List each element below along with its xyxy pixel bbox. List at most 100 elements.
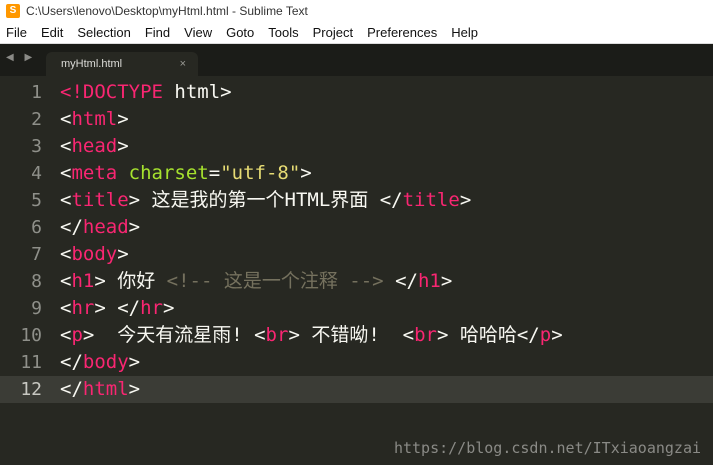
code-token-tag: body (71, 243, 118, 265)
code-line[interactable]: 12 </html> (0, 376, 713, 403)
line-number: 4 (31, 163, 42, 184)
tab-myhtml[interactable]: myHtml.html × (46, 52, 198, 76)
code-text: <html> (60, 106, 129, 133)
code-text: <head> (60, 133, 129, 160)
code-token-txt: < (60, 108, 72, 130)
code-token-txt: < (60, 135, 72, 157)
menu-find[interactable]: Find (138, 22, 177, 43)
code-text: <!DOCTYPE html> (60, 79, 232, 106)
menu-view[interactable]: View (177, 22, 219, 43)
code-token-tag: meta (71, 162, 118, 184)
menu-file[interactable]: File (0, 22, 34, 43)
menu-selection[interactable]: Selection (70, 22, 137, 43)
line-number: 11 (20, 352, 42, 373)
code-line[interactable]: 10 <p> 今天有流星雨! <br> 不错呦! <br> 哈哈哈</p> (0, 322, 713, 349)
line-number: 7 (31, 244, 42, 265)
code-token-tag: title (71, 189, 129, 211)
line-number: 9 (31, 298, 42, 319)
code-token-str: "utf-8" (220, 162, 301, 184)
code-token-tag: br (265, 324, 289, 346)
code-line[interactable]: 6 </head> (0, 214, 713, 241)
code-line[interactable]: 11 </body> (0, 349, 713, 376)
code-token-txt: > (440, 270, 453, 292)
line-number: 6 (31, 217, 42, 238)
code-text: <p> 今天有流星雨! <br> 不错呦! <br> 哈哈哈</p> (60, 322, 563, 349)
code-token-attr: charset (128, 162, 209, 184)
code-token-txt: > (300, 162, 312, 184)
code-token-txt: > </ (94, 297, 141, 319)
code-token-tag: br (414, 324, 437, 346)
title-bar: S C:\Users\lenovo\Desktop\myHtml.html - … (0, 0, 713, 22)
code-token-tag: hr (140, 297, 163, 319)
menu-help[interactable]: Help (444, 22, 485, 43)
code-text: <h1> 你好 <!-- 这是一个注释 --> </h1> (60, 268, 452, 295)
code-line[interactable]: 8 <h1> 你好 <!-- 这是一个注释 --> </h1> (0, 268, 713, 295)
code-token-tag: h1 (71, 270, 95, 292)
code-token-tag: <!DOCTYPE (60, 81, 163, 103)
code-token-txt: > (117, 108, 129, 130)
code-line[interactable]: 1 <!DOCTYPE html> (0, 79, 713, 106)
menu-edit[interactable]: Edit (34, 22, 70, 43)
line-number: 1 (31, 82, 42, 103)
code-line[interactable]: 2 <html> (0, 106, 713, 133)
code-token-txt: < (60, 270, 72, 292)
sublime-text-icon: S (6, 4, 20, 18)
menu-bar: File Edit Selection Find View Goto Tools… (0, 22, 713, 44)
menu-preferences[interactable]: Preferences (360, 22, 444, 43)
code-token-txt: </ (383, 270, 418, 292)
code-token-txt: < (60, 297, 72, 319)
line-number: 8 (31, 271, 42, 292)
code-token-tag: title (402, 189, 460, 211)
code-line[interactable]: 3 <head> (0, 133, 713, 160)
code-text: </head> (60, 214, 140, 241)
code-text: <title> 这是我的第一个HTML界面 </title> (60, 187, 471, 214)
code-token-txt: > 今天有流星雨! < (82, 324, 266, 346)
close-icon[interactable]: × (180, 58, 186, 70)
code-token-tag: h1 (417, 270, 441, 292)
code-line[interactable]: 7 <body> (0, 241, 713, 268)
code-token-txt: </ (60, 351, 83, 373)
menu-tools[interactable]: Tools (261, 22, 305, 43)
code-token-txt: </ (60, 378, 83, 400)
code-token-txt: < (60, 162, 72, 184)
code-line[interactable]: 4 <meta charset="utf-8"> (0, 160, 713, 187)
tab-bar: ◀ ▶ myHtml.html × (0, 44, 713, 76)
code-token-tag: head (71, 135, 118, 157)
line-number: 3 (31, 136, 42, 157)
code-token-txt: > 这是我的第一个HTML界面 </ (128, 189, 403, 211)
code-token-txt: > 哈哈哈</ (436, 324, 540, 346)
code-token-txt: < (60, 324, 72, 346)
line-number: 10 (20, 325, 42, 346)
watermark: https://blog.csdn.net/ITxiaoangzai (393, 439, 701, 457)
code-token-txt: > (128, 351, 141, 373)
line-number: 2 (31, 109, 42, 130)
code-text: <hr> </hr> (60, 295, 174, 322)
code-token-txt: > 不错呦! < (288, 324, 415, 346)
code-text: <meta charset="utf-8"> (60, 160, 312, 187)
code-token-txt: > (117, 243, 129, 265)
code-token-txt: < (60, 243, 72, 265)
tab-label: myHtml.html (61, 58, 123, 70)
line-number: 5 (31, 190, 42, 211)
code-token-txt: </ (60, 216, 83, 238)
code-token-tag: head (82, 216, 129, 238)
code-text: </html> (60, 376, 140, 403)
code-token-txt: = (208, 162, 221, 184)
menu-goto[interactable]: Goto (219, 22, 261, 43)
code-token-txt: > (128, 378, 141, 400)
window-title: C:\Users\lenovo\Desktop\myHtml.html - Su… (26, 4, 308, 18)
code-line[interactable]: 5 <title> 这是我的第一个HTML界面 </title> (0, 187, 713, 214)
code-token-cmt: <!-- 这是一个注释 --> (166, 270, 384, 292)
code-line[interactable]: 9 <hr> </hr> (0, 295, 713, 322)
tab-navigation-arrows-icon[interactable]: ◀ ▶ (6, 52, 36, 63)
code-token-txt: > 你好 (94, 270, 167, 292)
code-token-txt: > (128, 216, 141, 238)
menu-project[interactable]: Project (306, 22, 360, 43)
line-number: 12 (20, 379, 42, 400)
code-token-txt: < (60, 189, 72, 211)
code-editor[interactable]: 1 <!DOCTYPE html> 2 <html> 3 <head> 4 <meta cha… (0, 76, 713, 465)
code-token-txt: > (117, 135, 129, 157)
code-text: </body> (60, 349, 140, 376)
code-token-tag: html (82, 378, 129, 400)
